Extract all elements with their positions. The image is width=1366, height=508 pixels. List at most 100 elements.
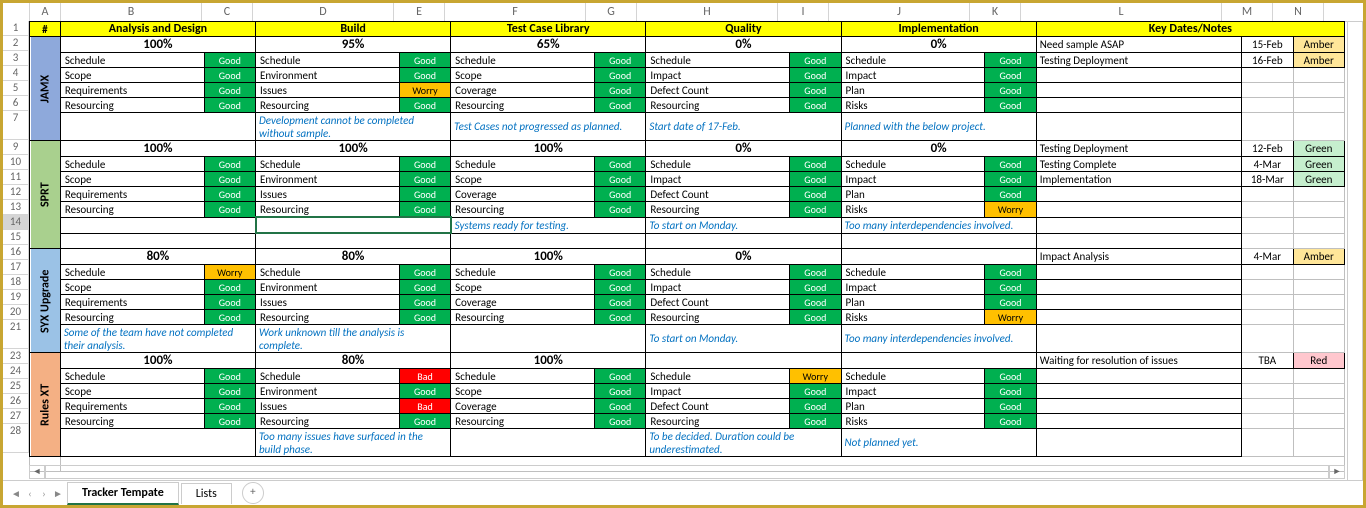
keydate-cell[interactable]: 16-Feb (1242, 53, 1293, 68)
row-5[interactable]: 5 (3, 81, 29, 96)
status-cell[interactable]: Good (204, 53, 255, 68)
row-23[interactable]: 23 (3, 349, 29, 364)
status-cell[interactable]: Good (204, 83, 255, 98)
vertical-scrollbar[interactable] (1347, 21, 1363, 479)
col-G[interactable]: G (586, 3, 637, 21)
keynote-cell[interactable]: Waiting for resolution of issues (1036, 353, 1241, 369)
row-4[interactable]: 4 (3, 66, 29, 81)
keydate-cell[interactable]: 4-Mar (1242, 249, 1293, 265)
status-cell[interactable]: Good (399, 53, 450, 68)
tab-first-icon[interactable]: ◄ (9, 487, 23, 500)
row-12[interactable]: 12 (3, 185, 29, 200)
pct-cell[interactable]: 0% (841, 141, 1036, 157)
row-3[interactable]: 3 (3, 51, 29, 66)
keydate-cell[interactable]: 12-Feb (1242, 141, 1293, 157)
keynote-cell[interactable]: Implementation (1036, 172, 1241, 187)
row-9[interactable]: 9 (3, 140, 29, 155)
row-24[interactable]: 24 (3, 364, 29, 379)
row-2[interactable]: 2 (3, 36, 29, 51)
row-26[interactable]: 26 (3, 394, 29, 409)
scroll-right-icon[interactable]: ► (1329, 465, 1345, 479)
pct-cell[interactable]: 0% (646, 141, 841, 157)
label-cell[interactable]: Schedule (256, 53, 400, 68)
keydate-cell[interactable]: 15-Feb (1242, 37, 1293, 53)
keynote-cell[interactable]: Impact Analysis (1036, 249, 1241, 265)
label-cell[interactable]: Environment (256, 68, 400, 83)
keydate-cell[interactable]: TBA (1242, 353, 1293, 369)
status-cell[interactable]: Green (1293, 157, 1344, 172)
status-cell[interactable]: Good (594, 68, 645, 83)
pct-cell[interactable]: 100% (60, 37, 255, 53)
note-cell[interactable]: Development cannot be completed without … (256, 113, 451, 141)
tab-lists[interactable]: Lists (181, 483, 232, 504)
row-7[interactable]: 7 (3, 111, 29, 140)
status-cell[interactable]: Good (985, 53, 1036, 68)
row-20[interactable]: 20 (3, 305, 29, 320)
label-cell[interactable]: Schedule (451, 53, 595, 68)
scroll-track[interactable] (45, 465, 1329, 479)
col-M[interactable]: M (1222, 3, 1273, 21)
selected-cell[interactable] (256, 217, 451, 233)
col-F[interactable]: F (445, 3, 586, 21)
col-K[interactable]: K (970, 3, 1021, 21)
pct-cell[interactable]: 95% (256, 37, 451, 53)
col-J[interactable]: J (829, 3, 970, 21)
label-cell[interactable]: Coverage (451, 83, 595, 98)
status-cell[interactable]: Good (594, 83, 645, 98)
pct-cell[interactable]: 100% (60, 141, 255, 157)
label-cell[interactable]: Issues (256, 83, 400, 98)
label-cell[interactable]: Scope (451, 68, 595, 83)
status-cell[interactable]: Good (594, 98, 645, 113)
label-cell[interactable]: Resourcing (451, 98, 595, 113)
label-cell[interactable]: Resourcing (60, 98, 204, 113)
status-cell[interactable]: Good (790, 53, 841, 68)
label-cell[interactable]: Risks (841, 98, 985, 113)
status-cell[interactable]: Good (985, 68, 1036, 83)
col-N[interactable]: N (1273, 3, 1324, 21)
row-28[interactable]: 28 (3, 424, 29, 453)
row-11[interactable]: 11 (3, 170, 29, 185)
status-cell[interactable]: Good (985, 83, 1036, 98)
col-I[interactable]: I (778, 3, 829, 21)
row-10[interactable]: 10 (3, 155, 29, 170)
status-cell[interactable]: Red (1293, 353, 1344, 369)
col-D[interactable]: D (253, 3, 394, 21)
status-cell[interactable]: Amber (1293, 37, 1344, 53)
col-C[interactable]: C (202, 3, 253, 21)
row-13[interactable]: 13 (3, 200, 29, 215)
note-cell[interactable] (60, 113, 255, 141)
label-cell[interactable]: Plan (841, 83, 985, 98)
status-cell[interactable]: Good (790, 68, 841, 83)
row-14[interactable]: 14 (3, 215, 29, 230)
row-1[interactable]: 1 (3, 21, 29, 36)
col-L[interactable]: L (1021, 3, 1222, 21)
tab-last-icon[interactable]: ► (51, 487, 65, 500)
grid-area[interactable]: # Analysis and Design Build Test Case Li… (29, 21, 1345, 477)
add-sheet-button[interactable]: + (242, 482, 264, 504)
label-cell[interactable]: Impact (646, 68, 790, 83)
keynote-cell[interactable]: Testing Deployment (1036, 53, 1241, 68)
row-16[interactable]: 16 (3, 245, 29, 260)
status-cell[interactable]: Good (204, 68, 255, 83)
status-cell[interactable]: Good (790, 98, 841, 113)
status-cell[interactable]: Good (399, 98, 450, 113)
status-cell[interactable]: Good (790, 83, 841, 98)
tab-next-icon[interactable]: › (37, 487, 51, 500)
horizontal-scrollbar[interactable]: ◄ ► (29, 465, 1345, 479)
status-cell[interactable]: Green (1293, 172, 1344, 187)
pct-cell[interactable]: 100% (451, 141, 646, 157)
note-cell[interactable]: Test Cases not progressed as planned. (451, 113, 646, 141)
status-cell[interactable]: Green (1293, 141, 1344, 157)
label-cell[interactable]: Requirements (60, 83, 204, 98)
label-cell[interactable]: Schedule (841, 53, 985, 68)
pct-cell[interactable]: 65% (451, 37, 646, 53)
status-cell[interactable]: Good (985, 98, 1036, 113)
label-cell[interactable]: Resourcing (646, 98, 790, 113)
keydate-cell[interactable]: 4-Mar (1242, 157, 1293, 172)
row-6[interactable]: 6 (3, 96, 29, 111)
row-15[interactable]: 15 (3, 230, 29, 245)
status-cell[interactable]: Good (204, 98, 255, 113)
row-21[interactable]: 21 (3, 320, 29, 349)
status-cell[interactable]: Amber (1293, 249, 1344, 265)
label-cell[interactable]: Schedule (60, 53, 204, 68)
